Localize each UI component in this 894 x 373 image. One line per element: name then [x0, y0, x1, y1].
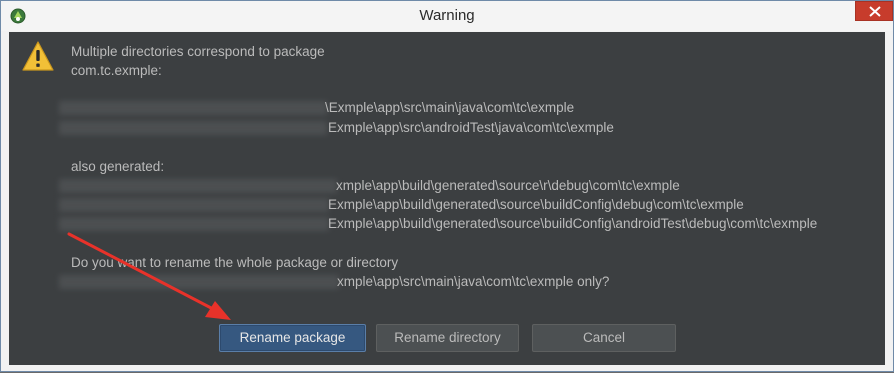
redacted-path-prefix: [59, 101, 327, 115]
close-icon: [869, 6, 881, 17]
rename-package-button[interactable]: Rename package: [219, 324, 366, 352]
generated-path: xmple\app\build\generated\source\r\debug…: [336, 178, 680, 193]
directory-path: \Exmple\app\src\main\java\com\tc\exmple: [325, 100, 575, 115]
redacted-path-prefix: [59, 179, 337, 193]
message-package-name: com.tc.exmple:: [71, 63, 162, 78]
redacted-path-prefix: [59, 275, 339, 289]
generated-path: Exmple\app\build\generated\source\buildC…: [328, 197, 744, 212]
redacted-path-prefix: [59, 121, 327, 135]
dialog-content: Multiple directories correspond to packa…: [9, 32, 885, 365]
cancel-button[interactable]: Cancel: [532, 324, 676, 352]
rename-directory-button[interactable]: Rename directory: [376, 324, 519, 352]
rename-question: Do you want to rename the whole package …: [71, 255, 399, 270]
message-line-1: Multiple directories correspond to packa…: [71, 44, 325, 59]
directory-path: Exmple\app\src\androidTest\java\com\tc\e…: [328, 120, 614, 135]
window-title: Warning: [419, 7, 475, 24]
rename-question-path: xmple\app\src\main\java\com\tc\exmple on…: [337, 274, 610, 289]
warning-dialog-window: Warning Multiple directories correspond …: [0, 0, 894, 372]
title-bar[interactable]: Warning: [1, 1, 893, 31]
also-generated-label: also generated:: [71, 159, 165, 174]
redacted-path-prefix: [59, 217, 329, 231]
redacted-path-prefix: [59, 198, 329, 212]
generated-path: Exmple\app\build\generated\source\buildC…: [328, 216, 818, 231]
close-button[interactable]: [855, 1, 893, 21]
warning-icon: [22, 41, 54, 71]
